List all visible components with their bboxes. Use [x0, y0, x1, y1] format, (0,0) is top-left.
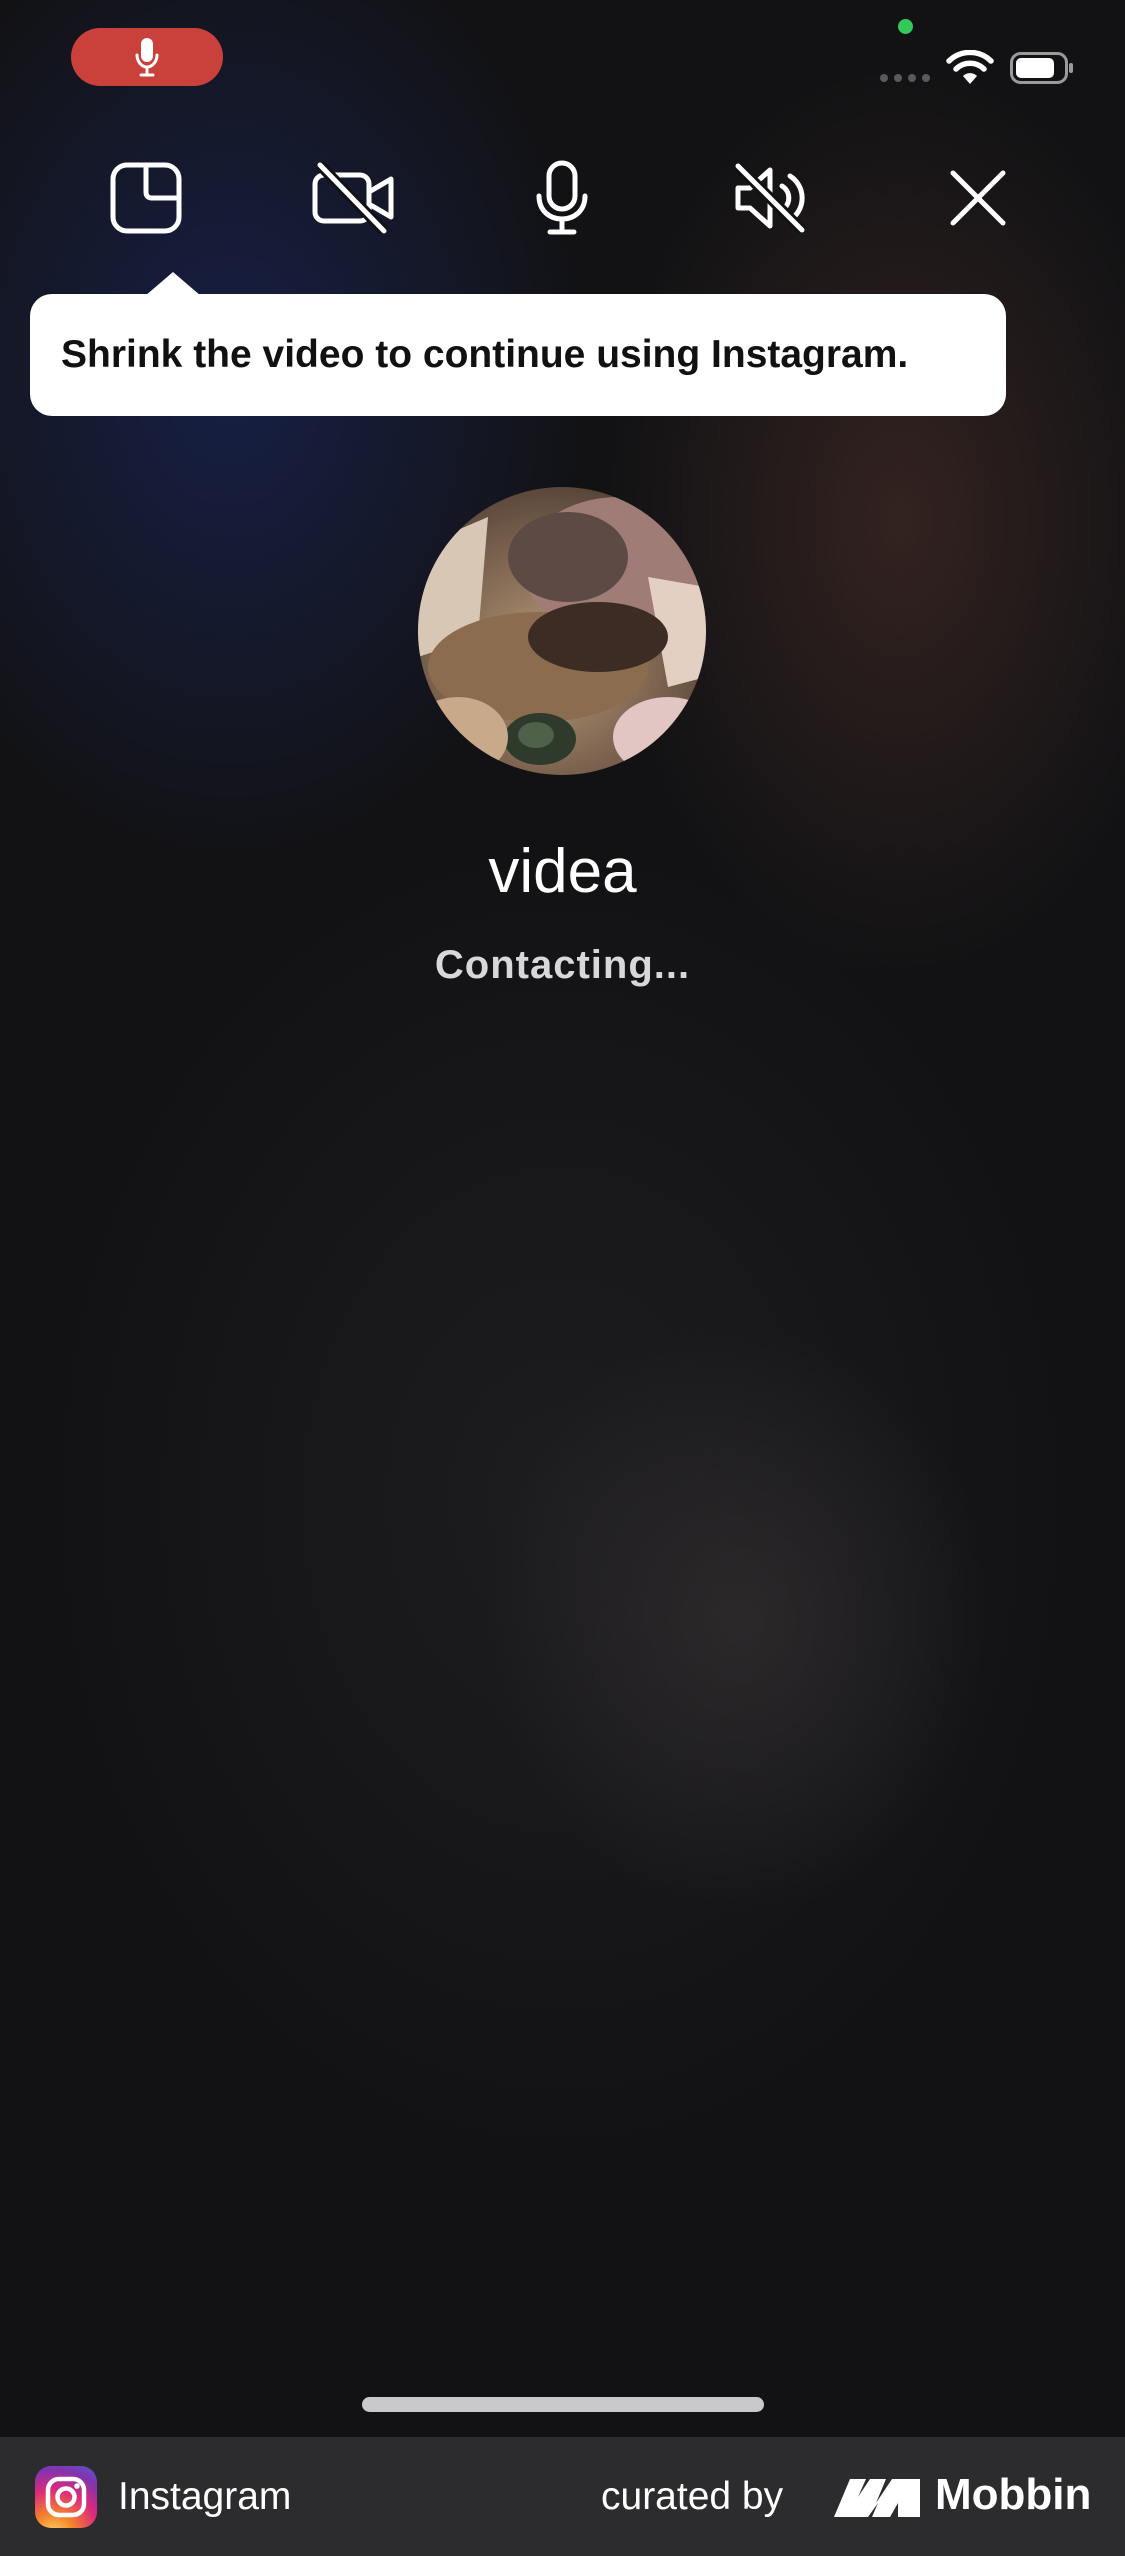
avatar [418, 487, 706, 775]
microphone-button[interactable] [514, 150, 610, 246]
minimize-video-button[interactable] [98, 150, 194, 246]
footer-curated-by: curated by [601, 2475, 784, 2518]
avatar-image [418, 487, 706, 775]
home-indicator[interactable] [362, 2397, 764, 2412]
call-screen: Shrink the video to continue using Insta… [0, 0, 1125, 2556]
speaker-mute-button[interactable] [722, 150, 818, 246]
instagram-logo-icon [35, 2466, 97, 2528]
microphone-icon [536, 160, 588, 235]
shrink-video-tooltip[interactable]: Shrink the video to continue using Insta… [30, 272, 1006, 416]
tooltip-text: Shrink the video to continue using Insta… [61, 333, 909, 376]
footer-app-name: Instagram [118, 2475, 292, 2518]
video-off-icon [312, 162, 394, 234]
camera-off-button[interactable] [306, 150, 402, 246]
attribution-footer: Instagram curated by Mobbin [0, 2437, 1125, 2556]
cellular-signal-icon [880, 74, 930, 82]
battery-icon [1010, 52, 1073, 84]
end-call-button[interactable] [930, 150, 1026, 246]
callee-name: videa [488, 837, 637, 906]
call-status: Contacting... [434, 943, 691, 987]
microphone-icon [135, 38, 159, 77]
picture-in-picture-icon [110, 162, 182, 234]
privacy-indicator-dot [898, 19, 913, 34]
speaker-muted-icon [734, 162, 806, 234]
recording-indicator-pill[interactable] [71, 28, 223, 86]
wifi-icon [946, 50, 994, 84]
footer-brand: Mobbin [935, 2470, 1092, 2519]
close-icon [950, 170, 1006, 226]
mobbin-logo-icon [834, 2479, 920, 2517]
